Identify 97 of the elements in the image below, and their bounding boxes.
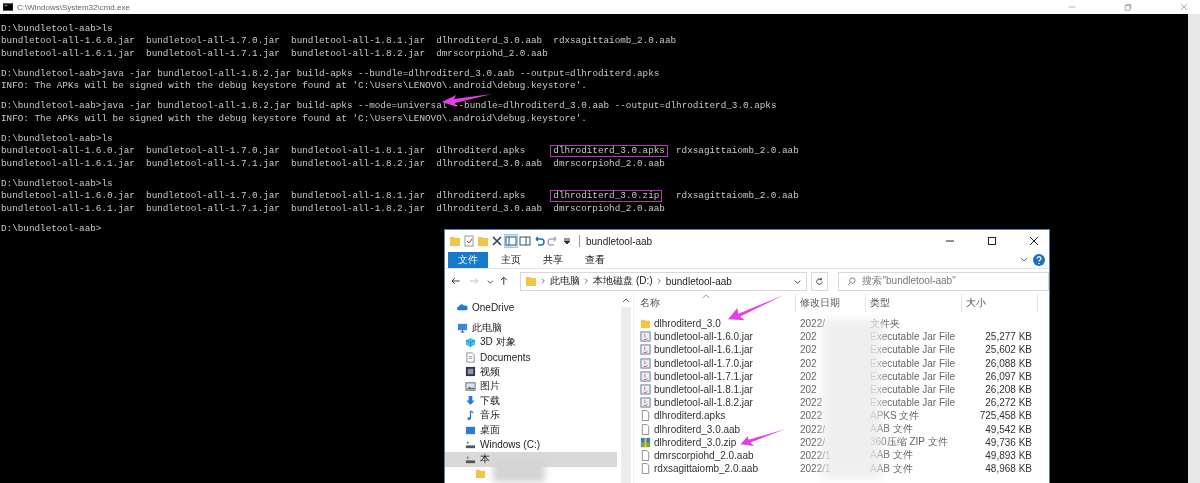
- nav-item[interactable]: 视频: [445, 364, 617, 379]
- file-name: bundletool-all-1.7.0.jar: [145, 190, 281, 203]
- terminal-line: INFO: The APKs will be signed with the debug keystore found at 'C:\Users\LENOVO\.android\debug.keystore'.: [1, 112, 588, 126]
- file-name: bundletool-all-1.8.1.jar: [290, 145, 426, 158]
- file-name: bundletool-all-1.7.0.jar: [145, 145, 281, 158]
- date-cell: 202: [800, 331, 817, 343]
- size-cell: 26,088 KB: [985, 357, 1032, 369]
- column-header[interactable]: 大小: [962, 294, 1038, 312]
- file-name: bundletool-all-1.7.1.jar: [145, 47, 281, 60]
- file-name: dlhroditerd_3.0.apks: [550, 145, 668, 158]
- file-name: dlhroditerd.apks: [435, 145, 527, 158]
- window-title: C:\Windows\System32\cmd.exe: [17, 2, 130, 12]
- terminal-line: D:\bundletool-aab>java -jar bundletool-all-1.8.2.jar build-apks --mode=universal --bundle=dlhroditerd_3.0.aab --output=dlhroditerd_3.0.apks: [1, 100, 778, 113]
- file-name[interactable]: bundletool-all-1.6.1.jar: [654, 344, 753, 356]
- ribbon-tab[interactable]: 查看: [576, 252, 614, 268]
- file-name: dmrscorpiohd_2.0.aab: [552, 157, 666, 170]
- size-cell: 26,272 KB: [985, 397, 1032, 409]
- size-cell: 49,893 KB: [985, 449, 1032, 461]
- nav-item[interactable]: Windows (C:): [445, 437, 617, 452]
- file-name: bundletool-all-1.8.2.jar: [290, 47, 426, 60]
- file-name: bundletool-all-1.7.0.jar: [145, 35, 281, 48]
- nav-item[interactable]: 桌面: [445, 422, 617, 438]
- window-title: bundletool-aab: [586, 235, 653, 247]
- breadcrumb[interactable]: 本地磁盘 (D:): [593, 274, 653, 288]
- column-header[interactable]: 类型: [866, 294, 962, 312]
- file-name: bundletool-all-1.6.1.jar: [0, 157, 136, 170]
- file-name: bundletool-all-1.6.0.jar: [0, 35, 136, 48]
- nav-item[interactable]: Documents: [445, 349, 617, 365]
- ribbon-tab[interactable]: 主页: [492, 252, 530, 268]
- size-cell: 25,602 KB: [985, 344, 1032, 356]
- file-name: rdxsagittaiomb_2.0.aab: [552, 35, 678, 48]
- size-cell: 49,736 KB: [985, 436, 1032, 448]
- date-cell: 2022/: [800, 436, 826, 448]
- file-name[interactable]: dlhroditerd_3.0: [654, 318, 721, 330]
- breadcrumb[interactable]: 此电脑: [550, 274, 581, 288]
- nav-item[interactable]: 图片: [445, 378, 617, 394]
- size-cell: 48,968 KB: [985, 463, 1032, 475]
- file-name: bundletool-all-1.7.1.jar: [145, 157, 281, 170]
- file-name: bundletool-all-1.6.0.jar: [0, 145, 136, 158]
- file-name: bundletool-all-1.6.1.jar: [0, 47, 136, 60]
- date-cell: 202: [800, 370, 817, 382]
- nav-item[interactable]: OneDrive: [445, 300, 617, 315]
- file-name: bundletool-all-1.8.1.jar: [290, 190, 426, 203]
- file-name[interactable]: bundletool-all-1.8.1.jar: [654, 384, 753, 396]
- file-name: bundletool-all-1.6.1.jar: [0, 202, 136, 215]
- file-name: rdxsagittaiomb_2.0.aab: [675, 145, 800, 158]
- size-cell: 25,277 KB: [985, 331, 1032, 343]
- file-name[interactable]: rdxsagittaiomb_2.0.aab: [654, 463, 758, 475]
- file-name: rdxsagittaiomb_2.0.aab: [675, 190, 800, 203]
- date-cell: 2022: [800, 397, 823, 409]
- terminal-line: D:\bundletool-aab>: [1, 222, 103, 236]
- file-name: bundletool-all-1.8.1.jar: [290, 35, 426, 48]
- file-name: dlhroditerd_3.0.aab: [435, 35, 544, 48]
- file-name[interactable]: bundletool-all-1.8.2.jar: [654, 397, 753, 409]
- file-name: bundletool-all-1.8.2.jar: [290, 157, 426, 170]
- ribbon-tab[interactable]: 文件: [448, 252, 488, 268]
- file-name: dmrscorpiohd_2.0.aab: [435, 47, 549, 60]
- size-cell: 49,542 KB: [985, 423, 1032, 435]
- file-name[interactable]: dmrscorpiohd_2.0.aab: [654, 449, 754, 461]
- file-name[interactable]: bundletool-all-1.7.1.jar: [654, 370, 753, 382]
- file-name[interactable]: dlhroditerd_3.0.zip: [654, 436, 737, 448]
- terminal-line: INFO: The APKs will be signed with the debug keystore found at 'C:\Users\LENOVO\.android\debug.keystore'.: [1, 80, 588, 93]
- file-name: dlhroditerd_3.0.aab: [435, 202, 544, 215]
- file-name: dlhroditerd_3.0.zip: [550, 190, 663, 203]
- file-name: dmrscorpiohd_2.0.aab: [552, 202, 666, 215]
- nav-item[interactable]: 3D 对象: [445, 335, 617, 350]
- terminal-line: D:\bundletool-aab>ls: [1, 177, 114, 191]
- type-cell: 文件夹: [870, 317, 900, 329]
- size-cell: 26,208 KB: [985, 384, 1032, 396]
- terminal-line: D:\bundletool-aab>ls: [1, 23, 114, 36]
- nav-item[interactable]: 音乐: [445, 408, 617, 423]
- date-cell: 202: [800, 357, 817, 369]
- nav-item[interactable]: 此电脑: [445, 320, 617, 336]
- file-name: dlhroditerd_3.0.aab: [435, 157, 544, 170]
- file-name: bundletool-all-1.6.0.jar: [0, 190, 136, 203]
- file-name: bundletool-all-1.8.2.jar: [290, 202, 426, 215]
- column-header[interactable]: 修改日期: [796, 294, 866, 312]
- nav-item[interactable]: 下载: [445, 393, 617, 409]
- file-name[interactable]: bundletool-all-1.7.0.jar: [654, 357, 753, 369]
- date-cell: 2022/: [800, 318, 826, 330]
- file-name[interactable]: dlhroditerd.apks: [654, 410, 726, 422]
- terminal-line: D:\bundletool-aab>ls: [1, 133, 114, 146]
- date-cell: 2022/: [800, 423, 826, 435]
- date-cell: 202: [800, 384, 817, 396]
- size-cell: 26,097 KB: [985, 370, 1032, 382]
- file-name[interactable]: dlhroditerd_3.0.aab: [654, 423, 741, 435]
- file-name[interactable]: bundletool-all-1.6.0.jar: [654, 331, 753, 343]
- address-bar[interactable]: 此电脑 本地磁盘 (D:) bundletool-aab: [520, 271, 808, 291]
- date-cell: 202: [800, 344, 817, 356]
- size-cell: 725,458 KB: [979, 410, 1032, 422]
- file-name: bundletool-all-1.7.1.jar: [145, 202, 281, 215]
- terminal-line: D:\bundletool-aab>java -jar bundletool-all-1.8.2.jar build-apks --bundle=dlhroditerd_3.0.aab --output=dlhroditerd.apks: [1, 67, 661, 81]
- file-name: dlhroditerd.apks: [435, 190, 527, 203]
- ribbon-tab[interactable]: 共享: [534, 252, 572, 268]
- breadcrumb[interactable]: bundletool-aab: [665, 275, 732, 287]
- search-field[interactable]: 搜索"bundletool-aab": [838, 271, 1049, 291]
- date-cell: 2022: [800, 410, 823, 422]
